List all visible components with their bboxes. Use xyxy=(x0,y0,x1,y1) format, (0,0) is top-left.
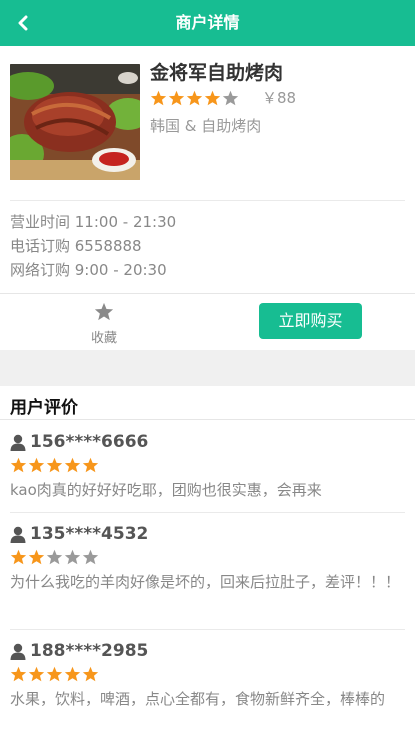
review-item: 135****4532 为什么我吃的羊肉好像是坏的，回来后拉肚子，差评！！！ xyxy=(10,524,405,594)
star-filled-icon xyxy=(28,549,45,565)
review-user: 135****4532 xyxy=(10,524,405,544)
section-gap xyxy=(0,350,415,386)
reviews-title: 用户评价 xyxy=(10,398,78,418)
star-filled-icon xyxy=(82,666,99,682)
divider xyxy=(10,629,405,630)
star-empty-icon xyxy=(64,549,81,565)
review-username: 156****6666 xyxy=(30,432,149,452)
review-text: 为什么我吃的羊肉好像是坏的，回来后拉肚子，差评！！！ xyxy=(10,573,401,591)
divider xyxy=(0,419,415,420)
star-filled-icon xyxy=(186,90,203,105)
review-stars xyxy=(10,666,405,682)
online-order: 网络订购 9:00 - 20:30 xyxy=(10,261,167,279)
review-item: 156****6666 kao肉真的好好好吃耶，团购也很实惠，会再来 xyxy=(10,432,405,502)
star-filled-icon xyxy=(168,90,185,105)
star-filled-icon xyxy=(64,666,81,682)
star-filled-icon xyxy=(204,90,221,105)
divider xyxy=(10,512,405,513)
star-filled-icon xyxy=(64,457,81,473)
shop-price: ￥88 xyxy=(262,89,297,107)
shop-summary: 金将军自助烤肉 ￥88 韩国 & 自助烤肉 xyxy=(0,46,415,200)
business-hours: 营业时间 11:00 - 21:30 xyxy=(10,213,177,231)
star-empty-icon xyxy=(222,90,239,105)
shop-name: 金将军自助烤肉 xyxy=(150,62,284,84)
review-stars xyxy=(10,457,405,473)
star-empty-icon xyxy=(46,549,63,565)
divider xyxy=(10,200,405,201)
user-icon xyxy=(10,434,26,451)
star-filled-icon xyxy=(82,457,99,473)
star-filled-icon xyxy=(10,549,27,565)
star-filled-icon xyxy=(28,666,45,682)
review-user: 188****2985 xyxy=(10,641,405,661)
review-username: 188****2985 xyxy=(30,641,149,661)
shop-rating: ￥88 xyxy=(150,87,296,108)
favorite-label: 收藏 xyxy=(90,331,117,346)
shop-category: 韩国 & 自助烤肉 xyxy=(150,117,262,135)
user-icon xyxy=(10,643,26,660)
star-filled-icon xyxy=(46,457,63,473)
user-icon xyxy=(10,526,26,543)
star-empty-icon xyxy=(82,549,99,565)
star-filled-icon xyxy=(10,457,27,473)
star-filled-icon xyxy=(150,90,167,105)
review-text: 水果，饮料，啤酒，点心全都有，食物新鲜齐全，棒棒的 xyxy=(10,690,386,708)
buy-now-button[interactable]: 立即购买 xyxy=(259,303,362,339)
page-title: 商户详情 xyxy=(175,13,240,32)
review-username: 135****4532 xyxy=(30,524,149,544)
review-stars xyxy=(10,549,405,565)
favorite-button[interactable]: 收藏 xyxy=(84,302,124,346)
star-filled-icon xyxy=(46,666,63,682)
shop-photo[interactable] xyxy=(10,64,140,180)
review-text: kao肉真的好好好吃耶，团购也很实惠，会再来 xyxy=(10,481,322,499)
star-icon xyxy=(94,302,114,321)
phone-order[interactable]: 电话订购 6558888 xyxy=(10,234,176,258)
shop-info: 营业时间 11:00 - 21:30 电话订购 6558888 网络订购 9:0… xyxy=(10,210,176,282)
top-bar: 商户详情 xyxy=(0,0,415,46)
action-bar: 收藏 立即购买 xyxy=(0,294,415,350)
review-user: 156****6666 xyxy=(10,432,405,452)
star-filled-icon xyxy=(28,457,45,473)
review-item: 188****2985 水果，饮料，啤酒，点心全都有，食物新鲜齐全，棒棒的 xyxy=(10,641,405,711)
shop-stars xyxy=(150,90,240,106)
star-filled-icon xyxy=(10,666,27,682)
